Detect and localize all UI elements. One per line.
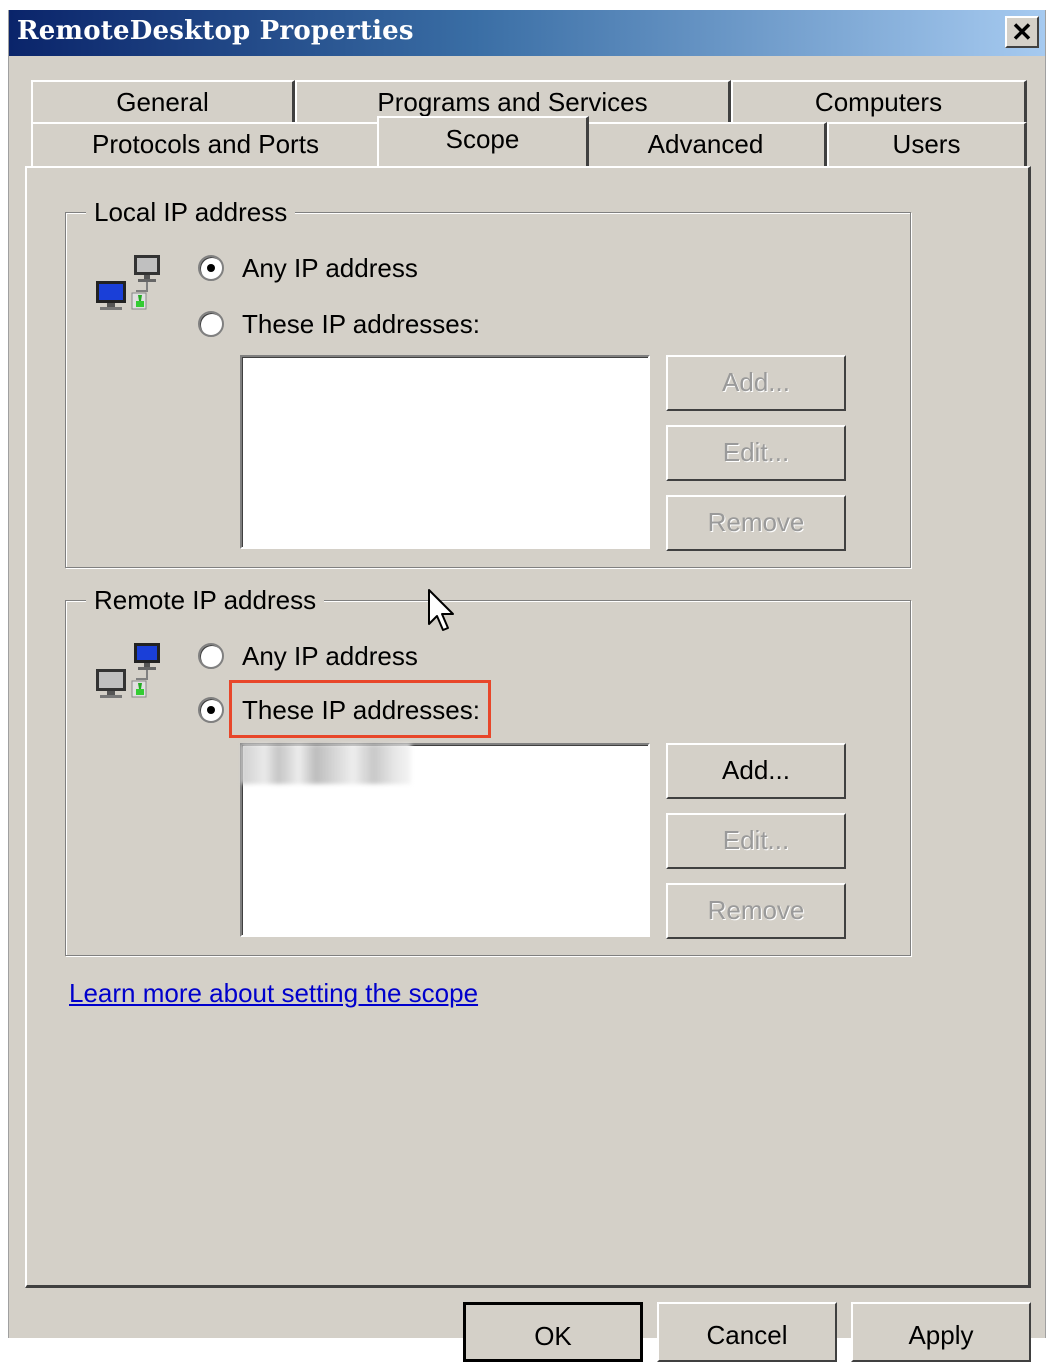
tab-protocols-and-ports[interactable]: Protocols and Ports — [31, 122, 381, 168]
mouse-pointer-icon — [428, 589, 454, 631]
close-button[interactable]: ✕ — [1005, 16, 1039, 48]
window-title: RemoteDesktop Properties — [17, 16, 414, 46]
network-computers-icon — [96, 255, 160, 310]
tab-general[interactable]: General — [31, 80, 295, 122]
remote-any-ip-radio[interactable] — [198, 643, 224, 669]
tab-computers[interactable]: Computers — [731, 80, 1027, 122]
remote-any-ip-label[interactable]: Any IP address — [242, 641, 418, 672]
local-ip-group: Local IP address Any IP address These IP… — [65, 197, 911, 568]
local-ip-listbox[interactable] — [240, 355, 650, 549]
apply-button[interactable]: Apply — [851, 1302, 1031, 1362]
radio-selected-dot — [207, 264, 215, 272]
radio-selected-dot — [207, 706, 215, 714]
scope-tab-panel: Local IP address Any IP address These IP… — [25, 166, 1031, 1288]
local-edit-button[interactable]: Edit... — [666, 425, 846, 481]
network-computers-icon — [96, 643, 160, 698]
properties-dialog: RemoteDesktop Properties ✕ General Progr… — [8, 10, 1046, 1362]
tab-label: Protocols and Ports — [92, 129, 319, 159]
tab-label: Advanced — [647, 129, 764, 159]
remote-add-button[interactable]: Add... — [666, 743, 846, 799]
local-any-ip-radio[interactable] — [198, 255, 224, 281]
remote-ip-group: Remote IP address Any IP address These I… — [65, 585, 911, 956]
close-icon: ✕ — [1011, 17, 1033, 47]
tab-label: Scope — [445, 124, 520, 154]
remote-remove-button[interactable]: Remove — [666, 883, 846, 939]
local-any-ip-label[interactable]: Any IP address — [242, 253, 418, 284]
tab-advanced[interactable]: Advanced — [585, 122, 827, 168]
tab-label: General — [116, 87, 209, 117]
tab-label: Users — [892, 129, 961, 159]
tab-users[interactable]: Users — [827, 122, 1027, 168]
tab-scope[interactable]: Scope — [377, 116, 589, 166]
ok-button[interactable]: OK — [463, 1302, 643, 1362]
these-ip-highlight-box — [229, 680, 491, 738]
learn-more-scope-link[interactable]: Learn more about setting the scope — [69, 978, 478, 1009]
local-these-ip-label[interactable]: These IP addresses: — [242, 309, 480, 340]
remote-these-ip-radio[interactable] — [198, 697, 224, 723]
local-add-button[interactable]: Add... — [666, 355, 846, 411]
local-remove-button[interactable]: Remove — [666, 495, 846, 551]
local-ip-legend: Local IP address — [86, 197, 296, 228]
remote-edit-button[interactable]: Edit... — [666, 813, 846, 869]
redacted-ip-entry — [241, 744, 411, 784]
tab-label: Programs and Services — [377, 87, 648, 117]
title-bar[interactable]: RemoteDesktop Properties ✕ — [9, 10, 1045, 56]
remote-ip-legend: Remote IP address — [86, 585, 325, 616]
cancel-button[interactable]: Cancel — [657, 1302, 837, 1362]
tab-label: Computers — [814, 87, 943, 117]
local-these-ip-radio[interactable] — [198, 311, 224, 337]
